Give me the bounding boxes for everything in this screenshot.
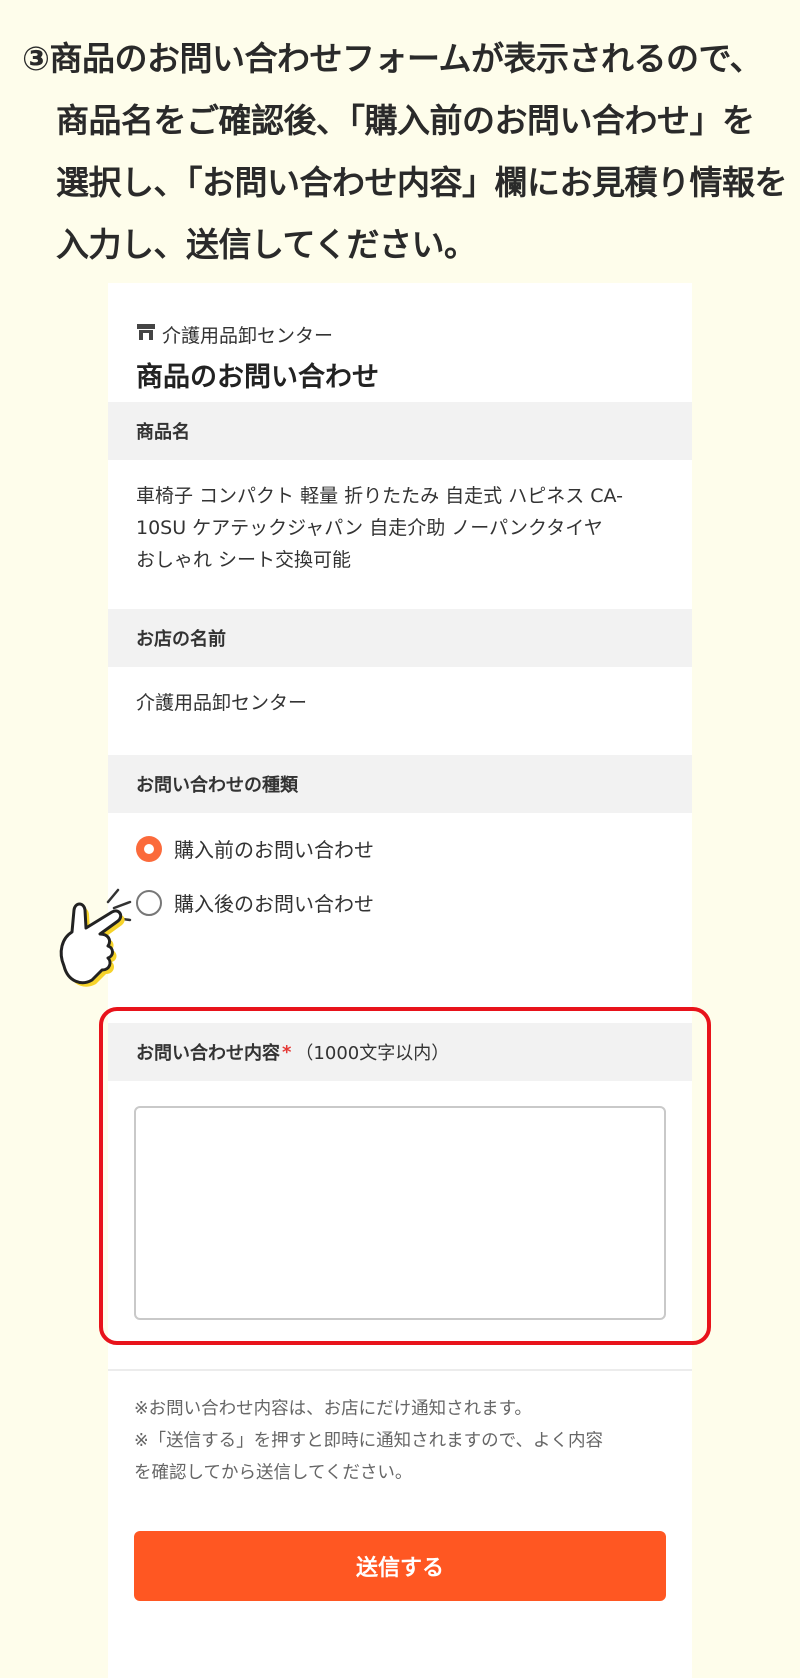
product-name-line: 車椅子 コンパクト 軽量 折りたたみ 自走式 ハピネス CA- — [136, 485, 623, 507]
shop-header: 介護用品卸センター — [136, 321, 333, 348]
instruction-line: 入力し、送信してください。 — [56, 225, 477, 264]
notice-line: ※お問い合わせ内容は、お店にだけ通知されます。 — [134, 1399, 532, 1419]
instruction-line: ③商品のお問い合わせフォームが表示されるので、 — [22, 39, 763, 78]
store-name-header: お店の名前 — [108, 609, 692, 667]
page-title: 商品のお問い合わせ — [136, 362, 379, 393]
submit-button[interactable]: 送信する — [134, 1531, 666, 1601]
store-icon — [136, 323, 156, 346]
store-name-value: 介護用品卸センター — [136, 692, 308, 714]
notice-line: ※「送信する」を押すと即時に通知されますので、よく内容 — [134, 1431, 603, 1451]
notice-text: ※お問い合わせ内容は、お店にだけ通知されます。 ※「送信する」を押すと即時に通知… — [134, 1393, 674, 1489]
inquiry-type-header: お問い合わせの種類 — [108, 755, 692, 813]
product-name-line: おしゃれ シート交換可能 — [136, 549, 352, 571]
instruction-text: ③商品のお問い合わせフォームが表示されるので、 商品名をご確認後、「購入前のお問… — [22, 28, 788, 276]
radio-option-after-purchase[interactable]: 購入後のお問い合わせ — [136, 888, 374, 917]
product-name-header: 商品名 — [108, 402, 692, 460]
radio-label: 購入後のお問い合わせ — [174, 892, 374, 916]
content-highlight-frame — [99, 1007, 711, 1345]
instruction-line: 商品名をご確認後、「購入前のお問い合わせ」を — [56, 101, 755, 140]
product-name-line: 10SU ケアテックジャパン 自走介助 ノーパンクタイヤ — [136, 517, 603, 539]
radio-selected-icon[interactable] — [136, 835, 162, 862]
notice-line: を確認してから送信してください。 — [134, 1463, 413, 1483]
radio-option-before-purchase[interactable]: 購入前のお問い合わせ — [136, 834, 374, 863]
pointing-hand-icon — [56, 886, 146, 996]
instruction-line: 選択し、「お問い合わせ内容」欄にお見積り情報を — [56, 163, 788, 202]
radio-label: 購入前のお問い合わせ — [174, 838, 374, 862]
divider — [108, 1369, 692, 1371]
inquiry-form-panel: 介護用品卸センター 商品のお問い合わせ 商品名 車椅子 コンパクト 軽量 折りた… — [108, 283, 692, 1678]
shop-name[interactable]: 介護用品卸センター — [162, 321, 333, 348]
product-name-value: 車椅子 コンパクト 軽量 折りたたみ 自走式 ハピネス CA- 10SU ケアテ… — [136, 480, 623, 576]
